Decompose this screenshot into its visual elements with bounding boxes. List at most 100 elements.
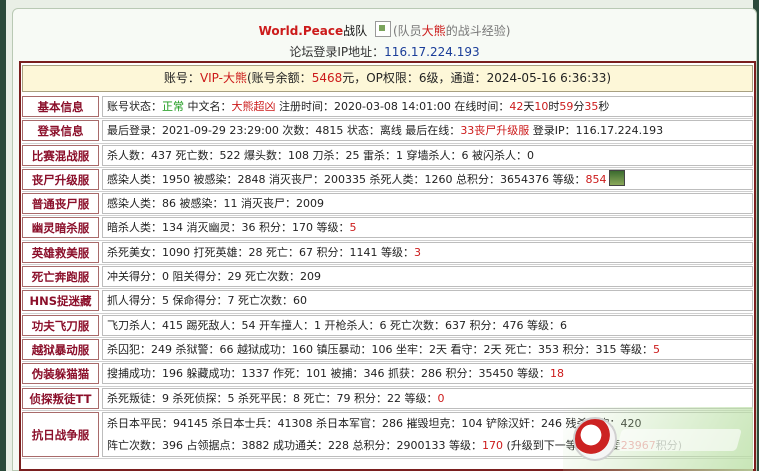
stats-value-part: 注册时间：2020-03-08 14:01:00 在线时间：: [275, 100, 510, 113]
stats-row-label: 普通丧尸服: [22, 193, 99, 215]
stats-row: 登录信息 最后登录：2021-09-29 23:29:00 次数：4815 状态：…: [22, 119, 753, 144]
stats-value-part: 33丧尸升级服: [460, 124, 530, 138]
stats-row-value: 感染人类：1950 被感染：2848 消灭丧尸：200335 杀死人类：1260…: [102, 168, 753, 190]
stats-value-part: 杀人数：437 死亡数：522 爆头数：108 刀杀：25 雷杀：1 穿墙杀人：…: [107, 148, 534, 162]
stats-row: 侦探叛徒TT 杀死叛徒：9 杀死侦探：5 杀死平民：8 死亡：79 积分：22 等…: [22, 387, 753, 411]
stats-value-part: 抓人得分：5 保命得分：7 死亡次数：60: [107, 294, 307, 308]
stats-row: 功夫飞刀服 飞刀杀人：415 踢死敌人：54 开车撞人：1 开枪杀人：6 死亡次数…: [22, 314, 753, 338]
stats-value-part: 杀日本平民：94145 杀日本士兵：41308 杀日本军官：286 摧毁坦克：1…: [107, 416, 642, 430]
stats-row: 比赛混战服 杀人数：437 死亡数：522 爆头数：108 刀杀：25 雷杀：1 …: [22, 144, 753, 168]
stats-value-part: 杀囚犯：249 杀狱警：66 越狱成功：160 镇压暴动：106 坐牢：2天 看…: [107, 342, 653, 356]
stats-value-part: 5: [349, 221, 357, 235]
stats-row-value: 抓人得分：5 保命得分：7 死亡次数：60: [102, 290, 753, 312]
stats-value-part: 登录IP：116.17.224.193: [529, 124, 664, 138]
image-alt-highlight: 大熊: [421, 24, 446, 38]
stats-value-part: 中文名：: [184, 100, 232, 113]
ip-label: 论坛登录IP地址：: [289, 45, 385, 59]
stats-row-label: 侦探叛徒TT: [22, 387, 99, 409]
stats-row-value: 感染人类：86 被感染：11 消灭丧尸：2009: [102, 193, 753, 215]
stats-value-part: 暗杀人类：134 消灭幽灵：36 积分：170 等级：: [107, 221, 350, 235]
stats-value-part: 正常: [162, 100, 184, 113]
stats-row-value: 最后登录：2021-09-29 23:29:00 次数：4815 状态：离线 最…: [102, 120, 753, 142]
stats-value-part: 3: [413, 245, 421, 259]
stats-value-part: 18: [549, 367, 564, 381]
stats-row: 幽灵暗杀服 暗杀人类：134 消灭幽灵：36 积分：170 等级：5: [22, 216, 753, 241]
channel-time: 2024-05-16 6:36:33): [486, 71, 612, 85]
stats-value-part: 59: [559, 100, 574, 113]
stats-value-part: 账号状态：: [107, 100, 162, 113]
stats-row-label: 功夫飞刀服: [22, 314, 99, 336]
stats-value-part: 10: [534, 100, 549, 113]
stats-row: HNS捉迷藏 抓人得分：5 保命得分：7 死亡次数：60: [22, 289, 753, 314]
stats-row-label: 登录信息: [22, 120, 99, 142]
stats-row-value: 杀囚犯：249 杀狱警：66 越狱成功：160 镇压暴动：106 坐牢：2天 看…: [102, 338, 753, 360]
rank-avatar-icon: [609, 169, 626, 186]
stats-row-label: HNS捉迷藏: [22, 290, 99, 312]
window-frame: World.Peace战队 (队员大熊的战斗经验) 论坛登录IP地址：116.1…: [0, 0, 759, 471]
stats-row-value: 飞刀杀人：415 踢死敌人：54 开车撞人：1 开枪杀人：6 死亡次数：637 …: [102, 314, 753, 336]
stats-value-part: (升级到下一等级还需要: [502, 438, 621, 452]
forum-ip-line: 论坛登录IP地址：116.17.224.193: [13, 43, 756, 59]
broken-image-icon: [374, 21, 391, 37]
stats-row-label: 比赛混战服: [22, 144, 99, 166]
stats-value-part: 23967: [620, 438, 656, 452]
stats-value-part: 最后登录：2021-09-29 23:29:00 次数：4815 状态：离线 最…: [107, 124, 461, 138]
stats-value-part: 积分): [655, 438, 683, 452]
stats-value-part: 170: [481, 438, 503, 452]
stats-row-label: 幽灵暗杀服: [22, 217, 99, 239]
stats-row-value: 杀日本平民：94145 杀日本士兵：41308 杀日本军官：286 摧毁坦克：1…: [102, 411, 753, 457]
stats-row-value: 暗杀人类：134 消灭幽灵：36 积分：170 等级：5: [102, 217, 753, 239]
stats-row-value: 冲关得分：0 阻关得分：29 死亡次数：209: [102, 266, 753, 288]
stats-value-part: 阵亡次数：396 占领据点：3882 成功通关：228 总积分：2900133 …: [107, 438, 482, 452]
account-vip: VIP-大熊: [199, 71, 247, 85]
stats-value-part: 时: [548, 100, 560, 113]
stats-value-part: 搜捕成功：196 躲藏成功：1337 作死：101 被捕：346 抓获：286 …: [107, 367, 550, 381]
ip-value: 116.17.224.193: [384, 45, 480, 59]
stats-row: 抗日战争服 杀日本平民：94145 杀日本士兵：41308 杀日本军官：286 摧…: [22, 411, 753, 459]
stats-row-value: 账号状态：正常 中文名：大熊超凶 注册时间：2020-03-08 14:01:0…: [102, 96, 753, 117]
stats-value-part: 5: [652, 342, 660, 356]
stats-row: 普通丧尸服 感染人类：86 被感染：11 消灭丧尸：2009: [22, 192, 753, 217]
stats-value-part: 天: [523, 100, 535, 113]
stats-row: 伪装躲猫猫 搜捕成功：196 躲藏成功：1337 作死：101 被捕：346 抓获…: [22, 362, 753, 387]
stats-row-label: 伪装躲猫猫: [22, 363, 99, 385]
image-alt-prefix: (队员: [392, 24, 422, 38]
stats-value-part: 854: [585, 172, 607, 186]
stats-value-part: 杀死美女：1090 打死英雄：28 死亡：67 积分：1141 等级：: [107, 245, 414, 259]
stats-row: 死亡奔跑服 冲关得分：0 阻关得分：29 死亡次数：209: [22, 265, 753, 290]
stats-rows: 基本信息 账号状态：正常 中文名：大熊超凶 注册时间：2020-03-08 14:…: [22, 95, 753, 459]
stats-value-part: 杀死叛徒：9 杀死侦探：5 杀死平民：8 死亡：79 积分：22 等级：: [107, 391, 438, 405]
stats-value-part: 42: [509, 100, 524, 113]
stats-value-part: 感染人类：86 被感染：11 消灭丧尸：2009: [107, 197, 324, 211]
stats-value-part: 35: [584, 100, 599, 113]
stats-row-label: 抗日战争服: [22, 411, 99, 457]
stats-row-value: 杀死叛徒：9 杀死侦探：5 杀死平民：8 死亡：79 积分：22 等级：0: [102, 387, 753, 409]
account-summary: 账号：VIP-大熊(账号余额：5468元，OP权限：6级，通道：2024-05-…: [22, 65, 753, 92]
stats-value-part: 分: [573, 100, 585, 113]
stats-value-part: 感染人类：1950 被感染：2848 消灭丧尸：200335 杀死人类：1260…: [107, 172, 586, 186]
stats-row-label: 英雄救美服: [22, 241, 99, 263]
balance-unit: 元，OP权限：: [342, 71, 419, 85]
op-level: 6级，通道：: [418, 71, 487, 85]
stats-row-value: 搜捕成功：196 躲藏成功：1337 作死：101 被捕：346 抓获：286 …: [102, 363, 753, 385]
stats-row-label: 死亡奔跑服: [22, 266, 99, 288]
team-header: World.Peace战队 (队员大熊的战斗经验): [13, 21, 756, 39]
stats-value-part: 0: [437, 391, 445, 405]
stats-row: 英雄救美服 杀死美女：1090 打死英雄：28 死亡：67 积分：1141 等级：…: [22, 241, 753, 266]
account-label: 账号：: [163, 71, 200, 85]
stats-row-label: 丧尸升级服: [22, 168, 99, 190]
stats-row: 基本信息 账号状态：正常 中文名：大熊超凶 注册时间：2020-03-08 14:…: [22, 95, 753, 120]
team-suffix: 战队: [343, 24, 368, 38]
team-name[interactable]: World.Peace: [259, 24, 344, 38]
stats-row: 越狱暴动服 杀囚犯：249 杀狱警：66 越狱成功：160 镇压暴动：106 坐牢…: [22, 338, 753, 363]
stats-row-label: 越狱暴动服: [22, 338, 99, 360]
stats-row-label: 基本信息: [22, 96, 99, 117]
image-alt-text: (队员大熊的战斗经验): [393, 24, 510, 38]
stats-value-part: 冲关得分：0 阻关得分：29 死亡次数：209: [107, 270, 321, 284]
stats-value-part: 秒: [598, 100, 610, 113]
stats-value-part: 飞刀杀人：415 踢死敌人：54 开车撞人：1 开枪杀人：6 死亡次数：637 …: [107, 318, 567, 332]
stats-row-value: 杀死美女：1090 打死英雄：28 死亡：67 积分：1141 等级：3: [102, 241, 753, 263]
balance-label: (账号余额：: [247, 71, 312, 85]
image-alt-suffix: 的战斗经验): [445, 24, 511, 38]
balance-value: 5468: [311, 71, 343, 85]
